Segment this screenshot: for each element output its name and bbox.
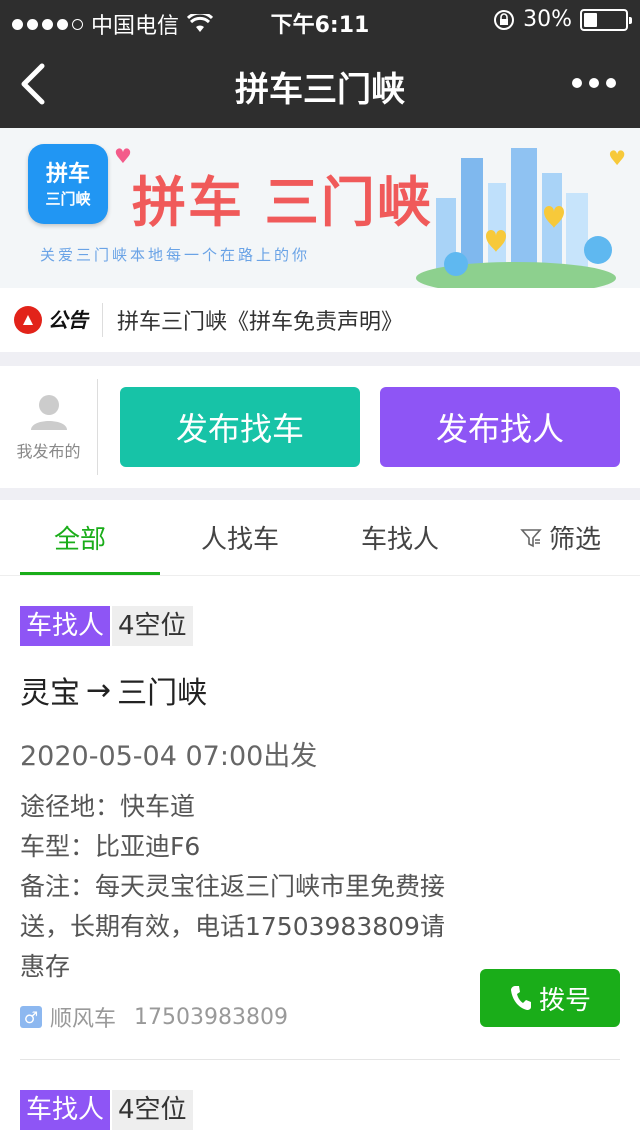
listing-tags: 车找人 4空位 — [20, 1090, 620, 1130]
announcement-text[interactable]: 拼车三门峡《拼车免责声明》 — [117, 304, 403, 336]
heart-icon: ♥ — [608, 146, 626, 170]
announcement-tag: 公告 — [48, 303, 103, 337]
banner-subtitle: 关爱三门峡本地每一个在路上的你 — [40, 246, 311, 264]
announcement-bar[interactable]: 公告 拼车三门峡《拼车免责声明》 — [0, 288, 640, 366]
car-model-label: 车型： — [20, 832, 96, 861]
listing-details: 途径地：快车道 车型：比亚迪F6 备注：每天灵宝往返三门峡市里免费接送，长期有效… — [20, 787, 620, 987]
list-item[interactable]: 车找人 4空位 — [0, 1060, 640, 1130]
tab-person-seeks-car-label: 人找车 — [200, 525, 279, 555]
user-icon — [30, 395, 67, 430]
seats-badge: 4空位 — [112, 1090, 193, 1130]
tab-car-seeks-person-label: 车找人 — [360, 525, 439, 555]
tab-filter[interactable]: 筛选 — [480, 500, 640, 575]
logo-line2: 三门峡 — [45, 190, 91, 208]
more-menu-button[interactable] — [572, 78, 616, 88]
battery-percent: 30% — [523, 7, 572, 32]
battery-icon — [580, 8, 632, 31]
heart-icon: ♥ — [114, 144, 132, 168]
listing-tags: 车找人 4空位 — [20, 606, 620, 646]
city-skyline-illustration — [416, 148, 616, 288]
car-model-row: 车型：比亚迪F6 — [20, 827, 620, 867]
via-label: 途径地： — [20, 792, 121, 821]
status-bar: 中国电信 下午6:11 30% — [0, 0, 640, 40]
my-posts-button[interactable]: 我发布的 — [0, 379, 98, 475]
tab-filter-label: 筛选 — [548, 525, 601, 555]
listing-type-badge: 车找人 — [20, 606, 111, 646]
listing-category: 顺风车 — [50, 1007, 117, 1032]
filter-tabs: 全部 人找车 车找人 筛选 — [0, 500, 640, 576]
male-icon: ♂ — [20, 1006, 42, 1028]
logo-line1: 拼车 — [45, 162, 90, 187]
my-posts-label: 我发布的 — [16, 442, 81, 461]
listing-phone: 17503983809 — [134, 1004, 288, 1030]
tab-all-label: 全部 — [53, 525, 106, 555]
banner[interactable]: 拼车 三门峡 ♥ 拼车 三门峡 关爱三门峡本地每一个在路上的你 ♥ — [0, 128, 640, 288]
nav-bar: 拼车三门峡 — [0, 40, 640, 128]
tab-all[interactable]: 全部 — [0, 500, 160, 575]
app-logo: 拼车 三门峡 — [28, 144, 108, 224]
route-to: 三门峡 — [117, 676, 208, 711]
via-row: 途径地：快车道 — [20, 787, 620, 827]
publish-find-car-button[interactable]: 发布找车 — [120, 387, 360, 467]
banner-title: 拼车 三门峡 — [132, 171, 433, 234]
departure-time: 2020-05-04 07:00出发 — [20, 741, 318, 772]
note-row: 备注：每天灵宝往返三门峡市里免费接送，长期有效，电话17503983809请惠存 — [20, 867, 450, 987]
announcement-icon — [14, 306, 42, 334]
via-value: 快车道 — [120, 792, 196, 821]
route: 灵宝 → 三门峡 — [20, 668, 620, 712]
publish-find-person-button[interactable]: 发布找人 — [380, 387, 620, 467]
arrow-right-icon: → — [86, 672, 112, 708]
filter-icon — [520, 528, 542, 547]
seats-badge: 4空位 — [112, 606, 193, 646]
tab-car-seeks-person[interactable]: 车找人 — [320, 500, 480, 575]
list-item[interactable]: 车找人 4空位 灵宝 → 三门峡 2020-05-04 07:00出发 途径地：… — [0, 576, 640, 1059]
rotation-lock-icon — [494, 9, 515, 30]
car-model-value: 比亚迪F6 — [95, 832, 201, 861]
dial-button[interactable]: 拨号 — [480, 969, 620, 1027]
route-from: 灵宝 — [20, 676, 80, 711]
listing-type-badge: 车找人 — [20, 1090, 111, 1130]
page-title: 拼车三门峡 — [235, 70, 405, 110]
battery-info: 30% — [493, 7, 632, 32]
note-label: 备注： — [20, 872, 96, 901]
publish-section: 我发布的 发布找车 发布找人 — [0, 366, 640, 500]
dial-label: 拨号 — [538, 985, 591, 1016]
phone-icon — [510, 986, 531, 1010]
tab-person-seeks-car[interactable]: 人找车 — [160, 500, 320, 575]
